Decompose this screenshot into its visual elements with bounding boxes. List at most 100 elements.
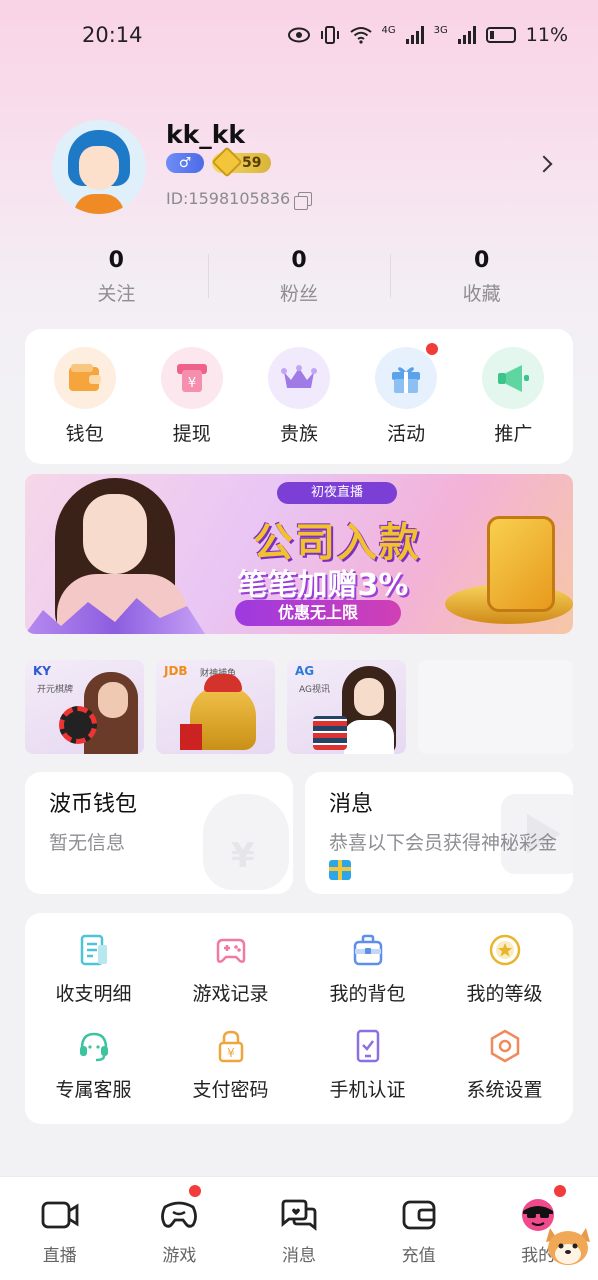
tool-label: 专属客服: [55, 1079, 132, 1101]
banner-pill: 优惠无上限: [235, 600, 401, 626]
quick-action-label: 钱包: [65, 423, 104, 445]
svg-text:¥: ¥: [227, 1046, 235, 1060]
settings-hex-icon: [490, 1029, 519, 1063]
me-badge-dot: [551, 1183, 568, 1199]
game-controller-icon: [161, 1201, 198, 1228]
wallet-card[interactable]: ¥ 波币钱包 暂无信息: [25, 772, 293, 894]
username: kk_kk: [166, 120, 246, 149]
banner-small-label: 初夜直播: [277, 482, 397, 504]
tool-bill-detail[interactable]: 收支明细: [25, 933, 162, 1006]
game-tag: AG: [295, 664, 315, 678]
quick-action-wallet[interactable]: 钱包: [37, 347, 133, 446]
shiba-dog-sticker-icon: [546, 1228, 590, 1265]
battery-icon: [485, 27, 516, 43]
level-crown-icon: [211, 146, 243, 178]
stats-row: 0 关注 0 粉丝 0 收藏: [25, 248, 573, 306]
network-3g-label: 3G: [433, 25, 448, 36]
quick-action-label: 活动: [387, 423, 426, 445]
quick-circle: [267, 347, 330, 409]
banner-phone-graphic: [487, 516, 555, 612]
nav-label: 直播: [42, 1246, 77, 1266]
network-4g-label: 4G: [381, 25, 396, 36]
quick-action-label: 贵族: [279, 423, 318, 445]
games-badge-dot: [187, 1183, 204, 1199]
promo-banner[interactable]: 初夜直播 公司入款 笔笔加赠3% 优惠无上限: [25, 474, 573, 634]
lock-icon: ¥: [218, 1030, 243, 1063]
quick-circle: [53, 347, 116, 409]
live-camera-icon: [41, 1201, 79, 1229]
game-tile-jdb[interactable]: JDB 财神捕鱼: [156, 660, 275, 754]
eye-icon: [287, 27, 310, 43]
tool-backpack[interactable]: 我的背包: [299, 933, 436, 1006]
tool-settings[interactable]: 系统设置: [436, 1029, 573, 1102]
quick-action-activity[interactable]: 活动: [358, 341, 454, 446]
banner-model-face: [83, 494, 147, 574]
tools-card: 收支明细 游戏记录 我的背包 我的等级 专属客服 ¥ 支付密码 手机认证 系统设…: [25, 913, 573, 1124]
nav-label: 充值: [401, 1246, 436, 1266]
nav-recharge[interactable]: 充值: [359, 1177, 479, 1280]
quick-action-promote[interactable]: 推广: [465, 347, 561, 446]
nav-label: 游戏: [162, 1246, 197, 1266]
tool-pay-password[interactable]: ¥ 支付密码: [162, 1029, 299, 1102]
avatar-body: [74, 194, 124, 214]
stat-label: 关注: [97, 283, 136, 305]
profile-header[interactable]: kk_kk ♂ 59 ID:1598105836: [52, 120, 562, 214]
wallet-card-text: 暂无信息: [49, 832, 126, 854]
game-tiles-row: KY 开元棋牌 JDB 财神捕鱼 AG AG视讯: [25, 660, 573, 754]
tool-level[interactable]: 我的等级: [436, 933, 573, 1006]
wallet-recharge-icon: [402, 1200, 435, 1230]
game-tile-empty: [418, 660, 573, 754]
crown-icon: [280, 365, 317, 388]
stat-value: 0: [291, 248, 307, 273]
user-id-row: ID:1598105836: [166, 189, 562, 210]
stat-value: 0: [108, 248, 124, 273]
copy-icon[interactable]: [294, 191, 313, 210]
level-number: 59: [242, 155, 262, 171]
message-card[interactable]: 消息 恭喜以下会员获得神秘彩金: [305, 772, 573, 894]
tool-phone-auth[interactable]: 手机认证: [299, 1029, 436, 1102]
game-tile-ag[interactable]: AG AG视讯: [287, 660, 406, 754]
status-time: 20:14: [82, 23, 143, 47]
tool-customer-service[interactable]: 专属客服: [25, 1029, 162, 1102]
stat-following[interactable]: 0 关注: [25, 248, 208, 306]
stat-favorites[interactable]: 0 收藏: [390, 248, 573, 306]
quick-action-label: 提现: [172, 423, 211, 445]
bottom-nav: 直播 游戏 消息 充值 我的: [0, 1176, 598, 1280]
quick-action-noble[interactable]: 贵族: [251, 347, 347, 446]
chat-bubbles-icon: [281, 1199, 317, 1231]
nav-messages[interactable]: 消息: [239, 1177, 359, 1280]
stat-fans[interactable]: 0 粉丝: [207, 248, 391, 306]
wifi-icon: [349, 27, 372, 44]
chip-stack-icon: [313, 716, 347, 750]
banner-model-image: [45, 474, 195, 634]
quick-circle: ¥: [160, 347, 223, 409]
message-card-text: 恭喜以下会员获得神秘彩金: [329, 832, 558, 854]
avatar[interactable]: [52, 120, 146, 214]
quick-action-withdraw[interactable]: ¥ 提现: [144, 347, 240, 446]
tool-label: 我的背包: [329, 983, 406, 1005]
tool-label: 系统设置: [466, 1079, 543, 1101]
game-figure-face: [354, 678, 384, 716]
bill-detail-icon: [80, 934, 107, 966]
game-sub: 开元棋牌: [37, 685, 74, 695]
vibrate-icon: [320, 26, 339, 44]
profile-info: kk_kk ♂ 59 ID:1598105836: [166, 120, 562, 214]
game-tile-ky[interactable]: KY 开元棋牌: [25, 660, 144, 754]
tool-label: 游戏记录: [192, 983, 269, 1005]
gift-emoji-icon: [329, 859, 351, 880]
nav-label: 消息: [281, 1246, 316, 1266]
tool-label: 收支明细: [55, 983, 132, 1005]
nav-games[interactable]: 游戏: [120, 1177, 240, 1280]
signal-bars-icon: [405, 26, 424, 44]
battery-percent: 11%: [525, 24, 568, 46]
level-badge: 59: [211, 146, 272, 178]
gift-icon: [392, 367, 421, 393]
tool-label: 手机认证: [329, 1079, 406, 1101]
backpack-icon: [353, 934, 382, 966]
game-tag: JDB: [164, 664, 188, 678]
status-icons: 4G 3G 11%: [287, 24, 568, 46]
tool-game-record[interactable]: 游戏记录: [162, 933, 299, 1006]
nav-live[interactable]: 直播: [0, 1177, 120, 1280]
quick-circle: [482, 347, 545, 409]
avatar-face: [79, 146, 119, 190]
